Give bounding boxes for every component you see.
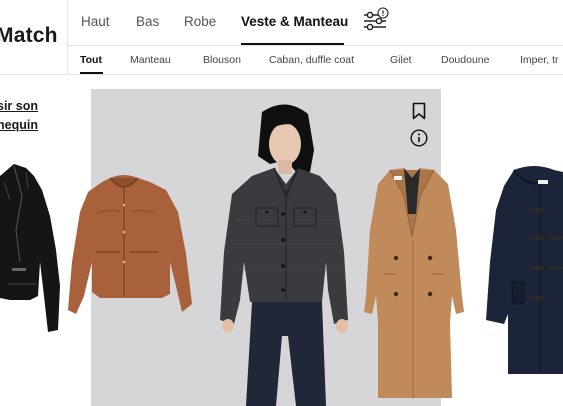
tab-haut[interactable]: Haut	[81, 14, 110, 29]
bookmark-icon[interactable]	[412, 102, 426, 120]
black-leather-biker-jacket[interactable]	[0, 164, 60, 332]
choose-mannequin-line2: nequin	[0, 118, 38, 132]
subtab-manteau[interactable]: Manteau	[130, 54, 171, 66]
brand-logo: Match	[0, 24, 58, 47]
subtab-blouson[interactable]: Blouson	[203, 54, 241, 66]
filter-sliders-icon[interactable]	[362, 7, 390, 33]
subnav-divider	[0, 74, 563, 75]
tab-veste-manteau[interactable]: Veste & Manteau	[241, 14, 348, 29]
subtab-gilet[interactable]: Gilet	[390, 54, 412, 66]
tab-robe[interactable]: Robe	[184, 14, 216, 29]
brand-header: Match	[0, 0, 68, 74]
info-icon[interactable]	[410, 129, 428, 147]
subcategory-nav: Tout Manteau Blouson Caban, duffle coat …	[68, 46, 563, 74]
navy-duffle-coat[interactable]	[486, 166, 563, 374]
camel-double-breasted-coat[interactable]	[364, 168, 464, 398]
subtab-imper-trench[interactable]: Imper, tr	[520, 54, 559, 66]
subtab-caban-duffle-coat[interactable]: Caban, duffle coat	[269, 54, 354, 66]
category-nav: Haut Bas Robe Veste & Manteau	[68, 0, 563, 45]
subtab-doudoune[interactable]: Doudoune	[441, 54, 489, 66]
choose-mannequin-line1: sir son	[0, 99, 38, 113]
tab-bas[interactable]: Bas	[136, 14, 159, 29]
choose-mannequin-link[interactable]: sir son nequin	[0, 97, 38, 135]
subtab-tout[interactable]: Tout	[80, 54, 102, 66]
